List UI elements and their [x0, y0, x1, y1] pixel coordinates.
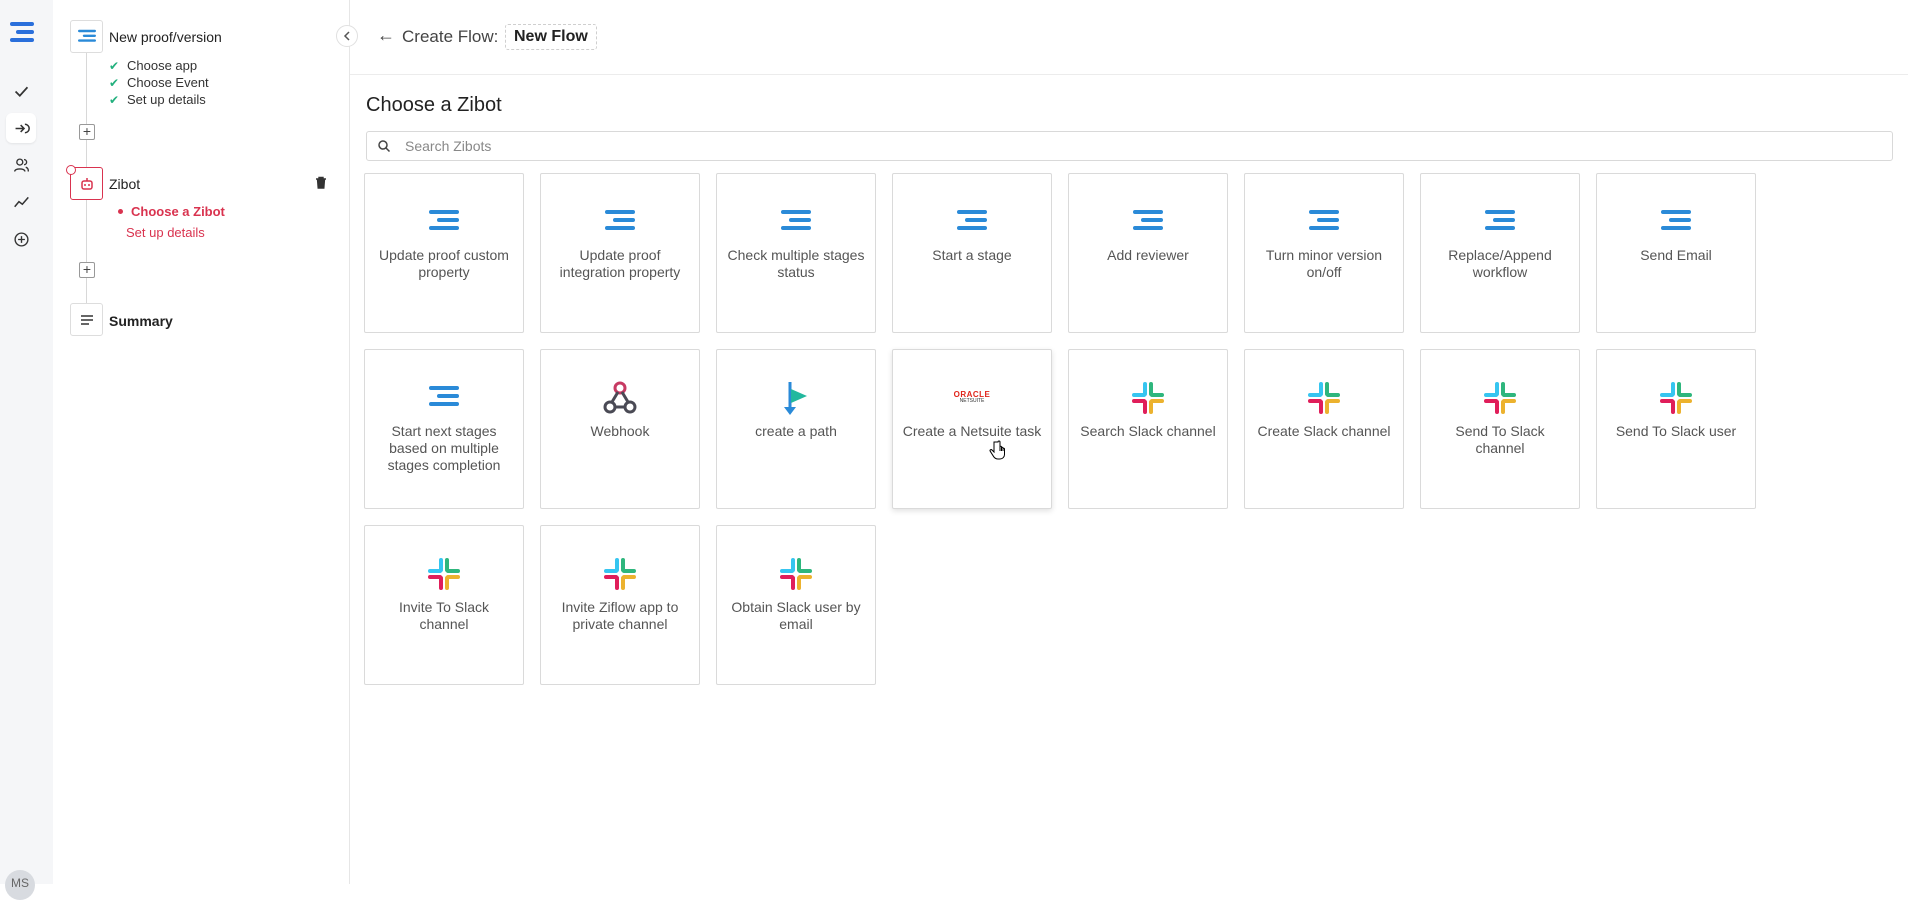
zibot-card[interactable]: Invite To Slack channel [364, 525, 524, 685]
zibot-card-label: Start next stages based on multiple stag… [387, 423, 501, 473]
add-circle-icon[interactable] [6, 224, 36, 254]
trigger-substep-setup[interactable]: ✔ Set up details [109, 92, 206, 107]
zibot-card-label: Update proof integration property [559, 247, 681, 280]
zibot-card[interactable]: Obtain Slack user by email [716, 525, 876, 685]
active-dot-icon [118, 209, 123, 214]
zibot-card[interactable]: create a path [716, 349, 876, 509]
page-header: ← Create Flow: New Flow [350, 0, 1908, 75]
add-step-button[interactable]: + [79, 124, 95, 140]
zibot-card-label: Send To Slack user [1615, 423, 1737, 439]
zibot-substep-choose[interactable]: Choose a Zibot [118, 204, 225, 219]
page-title: Choose a Zibot [366, 94, 502, 116]
zibot-card[interactable]: Search Slack channel [1068, 349, 1228, 509]
zibot-card-label: create a path [755, 423, 837, 439]
check-icon: ✔ [109, 58, 120, 73]
zibot-card-label: Update proof custom property [379, 247, 509, 280]
slack-icon [600, 554, 640, 594]
zibot-card[interactable]: Update proof integration property [540, 173, 700, 333]
zibot-card[interactable]: ORACLE NETSUITE Create a Netsuite task [892, 349, 1052, 509]
search-box[interactable] [366, 131, 1893, 161]
approvals-check-icon[interactable] [6, 76, 36, 106]
ziflow-logo-icon [1304, 202, 1344, 242]
flows-icon[interactable] [6, 113, 36, 143]
zibot-card[interactable]: Send To Slack user [1596, 349, 1756, 509]
slack-icon [424, 554, 464, 594]
zibot-card[interactable]: Send To Slack channel [1420, 349, 1580, 509]
zibot-card[interactable]: Update proof custom property [364, 173, 524, 333]
trigger-substep-choose-event[interactable]: ✔ Choose Event [109, 75, 209, 90]
slack-icon [1304, 378, 1344, 418]
zibot-step-title[interactable]: Zibot [109, 176, 140, 192]
search-input[interactable] [405, 132, 1875, 160]
delete-step-icon[interactable] [315, 176, 327, 194]
zibot-card-label: Start a stage [932, 247, 1012, 263]
webhook-icon [600, 378, 640, 418]
zibot-card-label: Send Email [1640, 247, 1712, 263]
ziflow-logo-icon [776, 202, 816, 242]
trigger-step-title[interactable]: New proof/version [109, 29, 222, 45]
zibot-card-label: Obtain Slack user by email [731, 599, 861, 632]
trigger-substep-choose-app[interactable]: ✔ Choose app [109, 58, 197, 73]
slack-icon [1656, 378, 1696, 418]
ziflow-logo-icon [424, 202, 464, 242]
zibot-card-label: Create a Netsuite task [902, 423, 1042, 439]
error-indicator-icon [66, 165, 76, 175]
analytics-icon[interactable] [6, 187, 36, 217]
ziflow-logo-icon [1480, 202, 1520, 242]
zibot-card-label: Search Slack channel [1080, 423, 1216, 439]
ziflow-logo-icon [1656, 202, 1696, 242]
zibot-card[interactable]: Webhook [540, 349, 700, 509]
hand-cursor-icon [989, 440, 1007, 467]
flow-name-field[interactable]: New Flow [505, 24, 597, 50]
zibot-card[interactable]: Start a stage [892, 173, 1052, 333]
zibot-card[interactable]: Check multiple stages status [716, 173, 876, 333]
summary-step-title[interactable]: Summary [109, 313, 173, 329]
zibot-card-label: Create Slack channel [1257, 423, 1391, 439]
app-rail: MS [0, 0, 53, 900]
path-icon [776, 378, 816, 418]
zibot-card-label: Invite Ziflow app to private channel [561, 599, 679, 632]
ziflow-logo-icon [424, 378, 464, 418]
zibot-card[interactable]: Send Email [1596, 173, 1756, 333]
check-icon: ✔ [109, 92, 120, 107]
users-icon[interactable] [6, 150, 36, 180]
zibot-card-label: Check multiple stages status [727, 247, 865, 280]
header-label: Create Flow: [402, 27, 499, 46]
flow-steps-panel: New proof/version ✔ Choose app ✔ Choose Ev… [53, 0, 350, 884]
zibot-card[interactable]: Invite Ziflow app to private channel [540, 525, 700, 685]
oracle-netsuite-icon: ORACLE NETSUITE [953, 390, 991, 405]
ziflow-logo-icon[interactable] [8, 22, 36, 46]
zibot-card-label: Add reviewer [1107, 247, 1189, 263]
zibot-card[interactable]: Start next stages based on multiple stag… [364, 349, 524, 509]
zibot-card[interactable]: Add reviewer [1068, 173, 1228, 333]
back-arrow-icon[interactable]: ← [377, 25, 395, 46]
zibot-card[interactable]: Create Slack channel [1244, 349, 1404, 509]
collapse-panel-button[interactable] [336, 25, 358, 47]
ziflow-logo-icon [1128, 202, 1168, 242]
slack-icon [1480, 378, 1520, 418]
slack-icon [776, 554, 816, 594]
ziflow-logo-icon [952, 202, 992, 242]
trigger-step-icon[interactable] [70, 20, 103, 53]
zibot-card-label: Send To Slack channel [1455, 423, 1545, 456]
add-step-button[interactable]: + [79, 262, 95, 278]
zibot-card[interactable]: Replace/Append workflow [1420, 173, 1580, 333]
search-icon [378, 140, 391, 153]
zibot-card[interactable]: Turn minor version on/off [1244, 173, 1404, 333]
user-avatar[interactable]: MS [5, 870, 35, 900]
ziflow-logo-icon [600, 202, 640, 242]
zibot-card-label: Invite To Slack channel [398, 599, 489, 632]
chevron-left-icon [343, 31, 350, 41]
check-icon: ✔ [109, 75, 120, 90]
zibot-substep-setup[interactable]: Set up details [126, 225, 205, 240]
zibot-card-label: Turn minor version on/off [1265, 247, 1383, 280]
zibot-card-label: Webhook [590, 423, 650, 439]
summary-step-icon[interactable] [70, 303, 103, 336]
slack-icon [1128, 378, 1168, 418]
zibot-card-label: Replace/Append workflow [1448, 247, 1552, 280]
